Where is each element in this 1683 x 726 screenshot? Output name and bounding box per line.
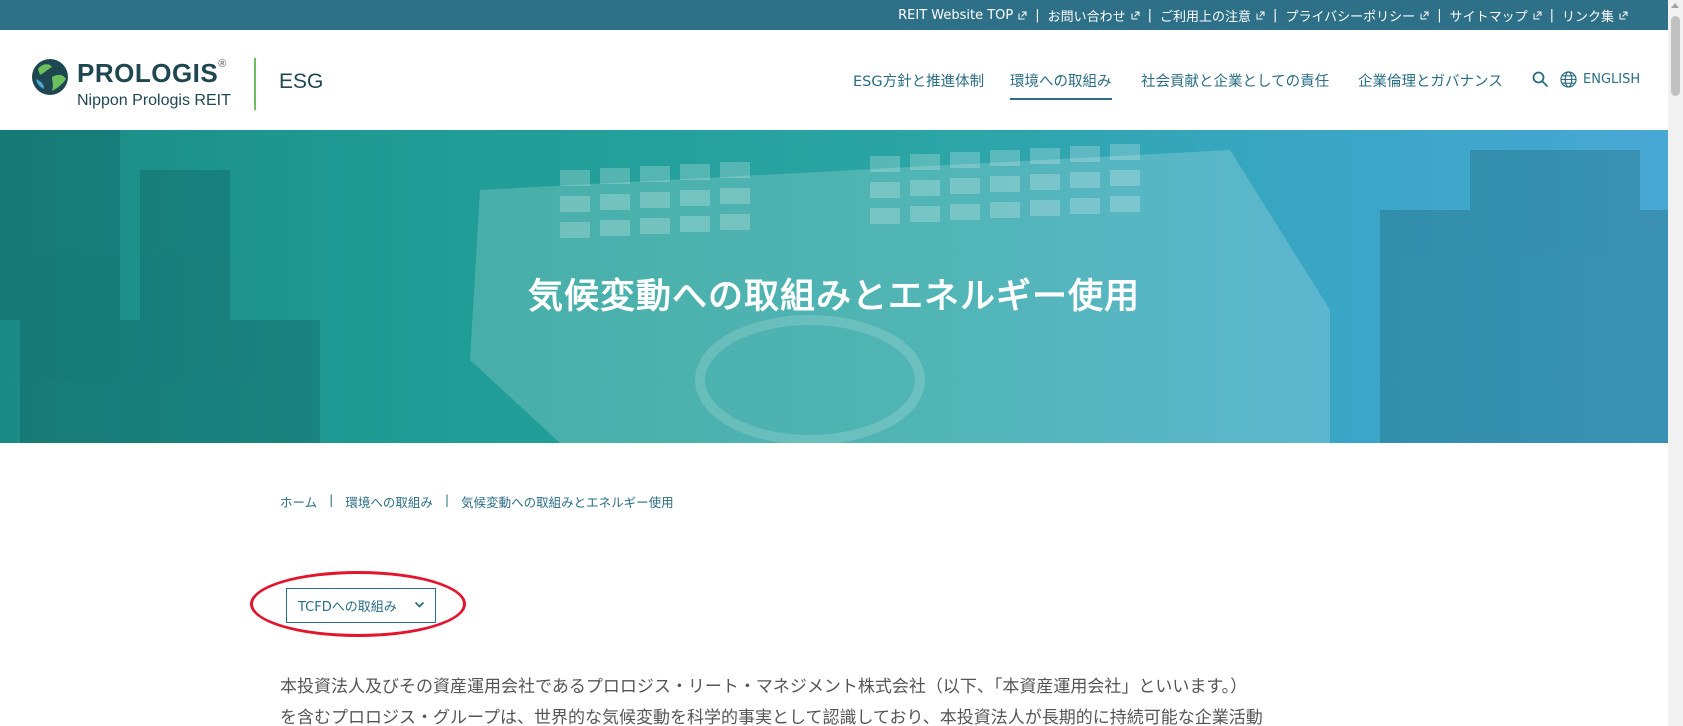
external-link-icon [1533,11,1542,20]
utility-link-label: リンク集 [1561,9,1614,25]
utility-separator: | [1273,7,1278,23]
nav-environment[interactable]: 環境への取組み [1010,70,1112,100]
breadcrumb-separator: | [329,492,334,507]
intro-line: を含むプロロジス・グループは、世界的な気候変動を科学的事実として認識しており、本… [280,708,1263,726]
external-link-icon [1131,11,1140,20]
breadcrumb-current[interactable]: 気候変動への取組みとエネルギー使用 [461,492,674,511]
nav-governance[interactable]: 企業倫理とガバナンス [1358,70,1503,91]
language-switch[interactable]: ENGLISH [1560,71,1640,88]
utility-link-label: プライバシーポリシー [1285,9,1416,25]
section-jump-dropdown[interactable]: TCFDへの取組み [286,588,436,623]
prologis-globe-icon[interactable] [30,57,70,97]
logo-word-pro: PRO [77,58,135,88]
logo-word-logis: LOGIS [134,58,219,88]
breadcrumb-home[interactable]: ホーム [280,492,317,511]
nav-social[interactable]: 社会貢献と企業としての責任 [1141,70,1329,91]
utility-link-label: REIT Website TOP [898,7,1014,23]
page-title: 気候変動への取組みとエネルギー使用 [527,277,1140,317]
logo-subtitle: Nippon Prologis REIT [77,92,231,109]
utility-link-privacy[interactable]: プライバシーポリシー [1285,6,1429,25]
external-link-icon [1619,11,1628,20]
logo-registered: ® [218,58,227,70]
utility-link-links[interactable]: リンク集 [1562,6,1628,25]
utility-link-label: お問い合わせ [1047,9,1126,25]
external-link-icon [1420,11,1429,20]
external-link-icon [1018,11,1027,20]
utility-link-contact[interactable]: お問い合わせ [1048,6,1140,25]
hero-banner: 気候変動への取組みとエネルギー使用 [0,130,1668,443]
breadcrumb-environment[interactable]: 環境への取組み [345,492,433,511]
search-icon [1532,71,1548,87]
section-label[interactable]: ESG [279,70,323,94]
globe-icon [1560,71,1577,88]
utility-separator: | [1549,7,1554,23]
scroll-up-icon[interactable] [1671,3,1679,8]
breadcrumb: ホーム | 環境への取組み | 気候変動への取組みとエネルギー使用 [280,492,674,511]
utility-links: REIT Website TOP | お問い合わせ | ご利用上の注意 | プラ… [898,0,1628,30]
external-link-icon [1256,11,1265,20]
utility-link-label: ご利用上の注意 [1160,9,1252,25]
utility-link-terms[interactable]: ご利用上の注意 [1160,6,1265,25]
intro-paragraph: 本投資法人及びその資産運用会社であるプロロジス・リート・マネジメント株式会社（以… [280,672,1400,726]
logo-wordmark[interactable]: PROLOGIS® [77,58,227,89]
utility-separator: | [1147,7,1153,23]
intro-line: 本投資法人及びその資産運用会社であるプロロジス・リート・マネジメント株式会社（以… [280,677,1248,697]
utility-separator: | [1035,7,1040,23]
page-scrollbar[interactable] [1668,0,1683,726]
scroll-thumb[interactable] [1671,16,1680,96]
breadcrumb-separator: | [444,492,450,507]
utility-link-reit-top[interactable]: REIT Website TOP [898,8,1027,23]
utility-link-label: サイトマップ [1449,9,1528,25]
site-header: PROLOGIS® Nippon Prologis REIT ESG ESG方針… [0,30,1668,130]
utility-link-sitemap[interactable]: サイトマップ [1450,6,1542,25]
logo-divider [254,58,256,110]
chevron-down-icon [414,601,425,608]
search-button[interactable] [1532,71,1548,91]
dropdown-selected-label: TCFDへの取組み [298,600,397,615]
language-label: ENGLISH [1583,72,1641,87]
nav-esg-policy[interactable]: ESG方針と推進体制 [853,70,984,91]
utility-separator: | [1437,7,1442,23]
utility-bar: REIT Website TOP | お問い合わせ | ご利用上の注意 | プラ… [0,0,1668,30]
